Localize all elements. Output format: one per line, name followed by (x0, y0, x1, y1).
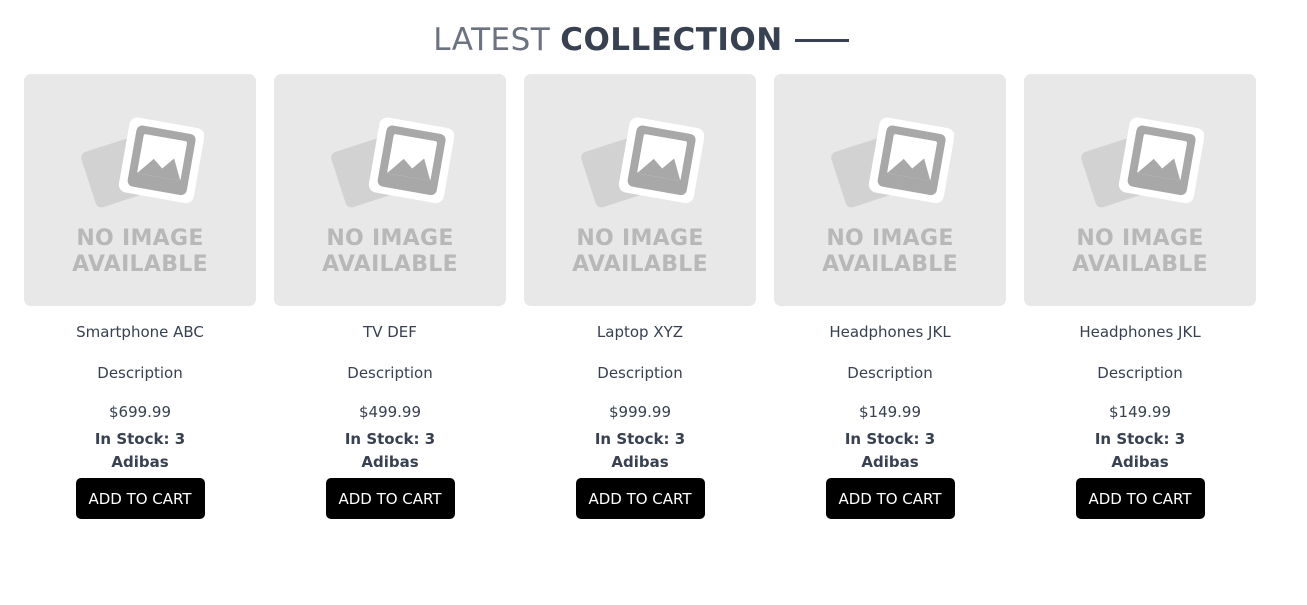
no-image-line1: NO IMAGE (326, 226, 454, 251)
add-to-cart-button[interactable]: ADD TO CART (325, 478, 455, 519)
product-stock: In Stock: 3 (844, 430, 936, 448)
product-name[interactable]: Headphones JKL (829, 322, 950, 342)
product-stock: In Stock: 3 (1094, 430, 1186, 448)
product-price: $149.99 (1108, 403, 1172, 421)
no-image-line1: NO IMAGE (576, 226, 704, 251)
product-brand: Adibas (1111, 453, 1169, 471)
product-card: NO IMAGE AVAILABLE Headphones JKL Descri… (1024, 74, 1256, 519)
product-image-placeholder[interactable]: NO IMAGE AVAILABLE (774, 74, 1006, 306)
heading-bold-text: COLLECTION (560, 22, 783, 58)
heading-light-text: LATEST (433, 22, 551, 58)
product-image-placeholder[interactable]: NO IMAGE AVAILABLE (524, 74, 756, 306)
no-image-line2: AVAILABLE (72, 252, 208, 277)
no-image-line2: AVAILABLE (322, 252, 458, 277)
add-to-cart-button[interactable]: ADD TO CART (1075, 478, 1205, 519)
product-brand: Adibas (361, 453, 419, 471)
product-price: $149.99 (858, 403, 922, 421)
no-image-icon (1081, 117, 1204, 208)
no-image-text: NO IMAGE AVAILABLE (1024, 226, 1256, 278)
no-image-line1: NO IMAGE (76, 226, 204, 251)
product-description: Description (347, 364, 433, 382)
product-brand: Adibas (111, 453, 169, 471)
add-to-cart-button[interactable]: ADD TO CART (825, 478, 955, 519)
section-heading: LATEST COLLECTION (0, 18, 1282, 62)
product-image-placeholder[interactable]: NO IMAGE AVAILABLE (24, 74, 256, 306)
no-image-line2: AVAILABLE (1072, 252, 1208, 277)
no-image-line2: AVAILABLE (572, 252, 708, 277)
no-image-icon (331, 117, 454, 208)
product-stock: In Stock: 3 (344, 430, 436, 448)
product-brand: Adibas (861, 453, 919, 471)
no-image-line2: AVAILABLE (822, 252, 958, 277)
product-card: NO IMAGE AVAILABLE Smartphone ABC Descri… (24, 74, 256, 519)
no-image-icon (81, 117, 204, 208)
product-description: Description (1097, 364, 1183, 382)
product-name[interactable]: Laptop XYZ (597, 322, 683, 342)
no-image-text: NO IMAGE AVAILABLE (774, 226, 1006, 278)
no-image-line1: NO IMAGE (1076, 226, 1204, 251)
no-image-text: NO IMAGE AVAILABLE (524, 226, 756, 278)
add-to-cart-button[interactable]: ADD TO CART (75, 478, 205, 519)
product-card: NO IMAGE AVAILABLE TV DEF Description $4… (274, 74, 506, 519)
product-stock: In Stock: 3 (594, 430, 686, 448)
page: LATEST COLLECTION NO IMAGE AVAILABLE Sma… (0, 0, 1307, 605)
product-card: NO IMAGE AVAILABLE Headphones JKL Descri… (774, 74, 1006, 519)
no-image-icon (581, 117, 704, 208)
product-description: Description (97, 364, 183, 382)
product-description: Description (847, 364, 933, 382)
product-price: $499.99 (358, 403, 422, 421)
product-card: NO IMAGE AVAILABLE Laptop XYZ Descriptio… (524, 74, 756, 519)
product-name[interactable]: Headphones JKL (1079, 322, 1200, 342)
product-image-placeholder[interactable]: NO IMAGE AVAILABLE (1024, 74, 1256, 306)
product-price: $699.99 (108, 403, 172, 421)
no-image-text: NO IMAGE AVAILABLE (24, 226, 256, 278)
product-stock: In Stock: 3 (94, 430, 186, 448)
product-name[interactable]: Smartphone ABC (76, 322, 204, 342)
product-grid: NO IMAGE AVAILABLE Smartphone ABC Descri… (24, 74, 1256, 519)
product-brand: Adibas (611, 453, 669, 471)
product-description: Description (597, 364, 683, 382)
heading-rule (794, 38, 849, 42)
add-to-cart-button[interactable]: ADD TO CART (575, 478, 705, 519)
product-price: $999.99 (608, 403, 672, 421)
no-image-text: NO IMAGE AVAILABLE (274, 226, 506, 278)
product-name[interactable]: TV DEF (363, 322, 417, 342)
product-image-placeholder[interactable]: NO IMAGE AVAILABLE (274, 74, 506, 306)
no-image-icon (831, 117, 954, 208)
no-image-line1: NO IMAGE (826, 226, 954, 251)
